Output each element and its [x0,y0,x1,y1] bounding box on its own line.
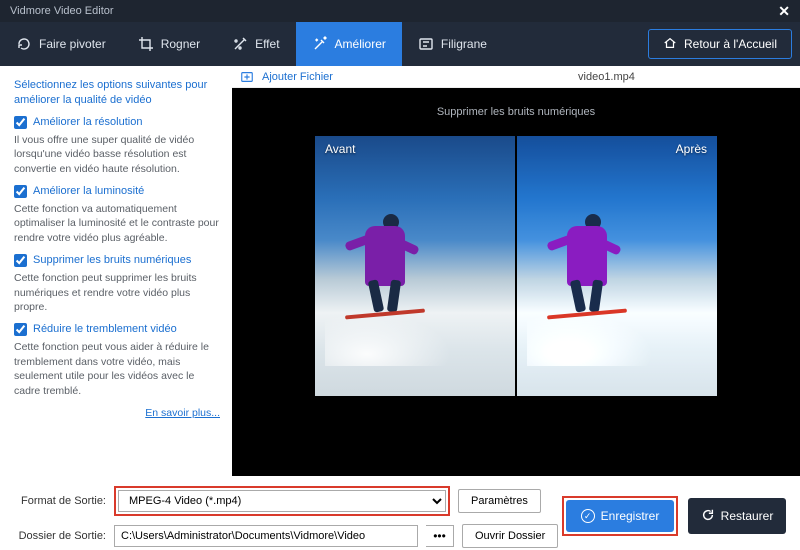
open-folder-button[interactable]: Ouvrir Dossier [462,524,558,548]
settings-button[interactable]: Paramètres [458,489,541,513]
folder-label: Dossier de Sortie: [14,530,106,542]
home-icon [663,36,677,53]
close-icon[interactable]: ✕ [778,3,790,20]
add-file-button[interactable]: Ajouter Fichier [262,71,333,83]
tab-label: Effet [255,37,279,51]
home-label: Retour à l'Accueil [684,37,777,51]
restore-button[interactable]: Restaurer [688,498,786,534]
restore-icon [701,508,715,525]
format-label: Format de Sortie: [14,495,106,507]
preview-before: Avant [315,136,515,396]
checkbox-brightness[interactable] [14,185,27,198]
bottom-bar: Format de Sortie: MPEG-4 Video (*.mp4) P… [0,476,800,550]
sidebar-intro: Sélectionnez les options suivantes pour … [14,78,220,108]
option-label: Supprimer les bruits numériques [33,254,191,266]
option-desc: Il vous offre une super qualité de vidéo… [14,133,220,177]
tab-label: Rogner [161,37,200,51]
option-desc: Cette fonction peut vous aider à réduire… [14,340,220,399]
after-label: Après [676,142,707,156]
option-desc: Cette fonction peut supprimer les bruits… [14,271,220,315]
save-button[interactable]: ✓ Enregistrer [566,500,674,532]
option-desc: Cette fonction va automatiquement optima… [14,202,220,246]
enhance-icon [312,36,328,52]
before-label: Avant [325,142,355,156]
browse-button[interactable]: ••• [426,525,454,547]
option-deshake[interactable]: Réduire le tremblement vidéo [14,323,220,336]
option-label: Améliorer la résolution [33,116,142,128]
tab-crop[interactable]: Rogner [122,22,216,66]
tab-enhance[interactable]: Améliorer [296,22,402,66]
add-file-icon [240,70,254,84]
save-label: Enregistrer [601,509,660,523]
learn-more-link[interactable]: En savoir plus... [14,407,220,419]
format-highlight: MPEG-4 Video (*.mp4) [114,486,450,516]
save-highlight: ✓ Enregistrer [562,496,678,536]
format-select[interactable]: MPEG-4 Video (*.mp4) [118,490,446,512]
preview-area: Ajouter Fichier video1.mp4 Supprimer les… [232,66,800,476]
rotate-icon [16,36,32,52]
checkbox-denoise[interactable] [14,254,27,267]
preview-after: Après [517,136,717,396]
watermark-icon [418,36,434,52]
crop-icon [138,36,154,52]
effect-icon [232,36,248,52]
option-label: Améliorer la luminosité [33,185,144,197]
checkbox-deshake[interactable] [14,323,27,336]
tab-effect[interactable]: Effet [216,22,295,66]
restore-label: Restaurer [721,509,774,523]
home-button[interactable]: Retour à l'Accueil [648,29,792,59]
toolbar: Faire pivoter Rogner Effet Améliorer Fil… [0,22,800,66]
option-resolution[interactable]: Améliorer la résolution [14,116,220,129]
tab-label: Faire pivoter [39,37,106,51]
option-denoise[interactable]: Supprimer les bruits numériques [14,254,220,267]
tab-label: Filigrane [441,37,487,51]
check-icon: ✓ [581,509,595,523]
option-brightness[interactable]: Améliorer la luminosité [14,185,220,198]
tab-rotate[interactable]: Faire pivoter [0,22,122,66]
current-filename: video1.mp4 [578,71,635,83]
checkbox-resolution[interactable] [14,116,27,129]
tab-label: Améliorer [335,37,386,51]
folder-input[interactable] [114,525,418,547]
app-title: Vidmore Video Editor [10,5,114,17]
tab-watermark[interactable]: Filigrane [402,22,503,66]
option-label: Réduire le tremblement vidéo [33,323,177,335]
preview-caption: Supprimer les bruits numériques [437,106,595,118]
sidebar: Sélectionnez les options suivantes pour … [0,66,232,476]
